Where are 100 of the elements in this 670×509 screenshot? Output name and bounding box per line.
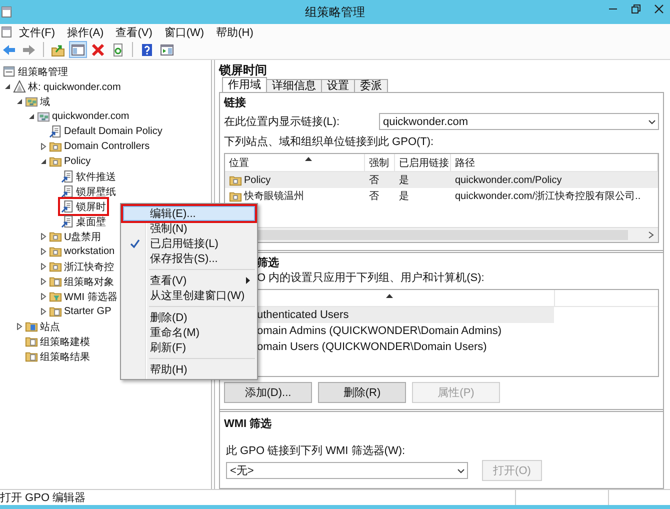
collapsed-arrow-icon[interactable] xyxy=(40,248,46,255)
computer-icon xyxy=(25,95,38,108)
chevron-down-icon xyxy=(457,466,465,474)
column-header[interactable]: 位置 xyxy=(225,154,365,171)
window-pane-icon xyxy=(71,42,85,56)
toolbar-button[interactable] xyxy=(69,41,87,58)
tree-item[interactable]: 浙江快奇控 xyxy=(48,259,115,274)
collapsed-arrow-icon[interactable] xyxy=(16,323,22,330)
folder-icon xyxy=(49,305,62,318)
wmi-filter-dropdown[interactable]: <无> xyxy=(226,462,468,479)
tree-item[interactable]: Domain Controllers xyxy=(48,139,151,154)
checkmark-icon xyxy=(130,238,140,248)
sort-arrow-icon xyxy=(386,294,393,298)
folder-icon xyxy=(229,174,242,186)
window-title: 组策略管理 xyxy=(305,4,365,20)
column-header[interactable]: 已启用链接 xyxy=(395,154,451,171)
tree-item[interactable]: 组策略管理 xyxy=(2,64,69,79)
menu-item[interactable]: 帮助(H) xyxy=(210,24,260,40)
tree-item[interactable]: 组策略建模 xyxy=(24,334,91,349)
column-header[interactable]: 强制 xyxy=(365,154,395,171)
tree-item[interactable]: Policy xyxy=(48,154,92,169)
forward-arrow-icon xyxy=(22,42,36,56)
tree-item[interactable]: workstation xyxy=(48,244,116,259)
tree-item[interactable]: quickwonder.com xyxy=(36,109,130,124)
collapsed-arrow-icon[interactable] xyxy=(40,263,46,270)
collapsed-arrow-icon[interactable] xyxy=(40,233,46,240)
triangle-icon xyxy=(13,80,26,93)
expanded-arrow-icon[interactable] xyxy=(16,98,22,105)
table-row[interactable]: 快奇眼镜温州 否 是 quickwonder.com/浙江快奇控股有限公司.. xyxy=(225,188,658,204)
expanded-arrow-icon[interactable] xyxy=(40,158,46,165)
tree-item[interactable]: 林: quickwonder.com xyxy=(12,79,122,94)
tab[interactable]: 设置 xyxy=(321,79,355,92)
menu-item[interactable]: 窗口(W) xyxy=(158,24,210,40)
tab[interactable]: 作用域 xyxy=(222,77,267,92)
tab[interactable]: 委派 xyxy=(354,79,388,92)
table-row[interactable]: Policy 否 是 quickwonder.com/Policy xyxy=(225,172,658,188)
expanded-arrow-icon[interactable] xyxy=(4,83,10,90)
section-heading: 筛选 xyxy=(257,256,280,270)
help-icon xyxy=(140,42,154,56)
folder-icon xyxy=(229,190,242,202)
tree-item[interactable]: 组策略结果 xyxy=(24,349,91,364)
tree-item[interactable]: 桌面壁 xyxy=(60,214,107,229)
app-icon[interactable] xyxy=(1,26,13,38)
expanded-arrow-icon[interactable] xyxy=(28,113,34,120)
close-icon xyxy=(654,4,664,14)
location-dropdown[interactable]: quickwonder.com xyxy=(379,113,659,130)
folder-icon xyxy=(49,155,62,168)
table-cell-text: quickwonder.com/Policy xyxy=(454,174,563,186)
menu-item[interactable]: 查看(V) xyxy=(110,24,158,40)
table-cell: Policy xyxy=(244,174,271,186)
menu-item[interactable]: 操作(A) xyxy=(61,24,110,40)
list-label: 下列站点、域和组织单位链接到此 GPO(T): xyxy=(224,134,435,149)
context-menu-item[interactable]: 编辑(E)... xyxy=(123,206,255,221)
dialog-button[interactable]: 添加(D)... xyxy=(224,382,312,403)
tree-item[interactable]: Default Domain Policy xyxy=(48,124,164,139)
delete-icon xyxy=(91,42,105,56)
restore-icon xyxy=(630,4,640,14)
tree-item[interactable]: 锁屏时 xyxy=(60,199,107,214)
console-icon xyxy=(3,65,16,78)
collapsed-arrow-icon[interactable] xyxy=(40,143,46,150)
tree-item[interactable]: Starter GP xyxy=(48,304,112,319)
context-menu-item[interactable]: 从这里创建窗口(W) xyxy=(123,288,255,303)
context-menu-item[interactable]: 已启用链接(L) xyxy=(123,236,255,251)
gpo-title: 锁屏时间 xyxy=(219,62,268,78)
collapsed-arrow-icon[interactable] xyxy=(40,308,46,315)
folder-up-icon xyxy=(51,42,65,56)
context-menu-item[interactable]: 帮助(H) xyxy=(123,362,255,377)
gpo-link-icon xyxy=(61,215,74,228)
table-cell-text: 是 xyxy=(398,190,410,203)
context-menu-item[interactable]: 查看(V) xyxy=(123,273,255,288)
collapsed-arrow-icon[interactable] xyxy=(40,293,46,300)
context-menu-item[interactable]: 强制(N) xyxy=(123,221,255,236)
tree-item[interactable]: 站点 xyxy=(24,319,61,334)
tree-item[interactable]: WMI 筛选器 xyxy=(48,289,118,304)
tree-item[interactable]: 域 xyxy=(24,94,51,109)
tab[interactable]: 详细信息 xyxy=(266,79,322,92)
minimize-icon xyxy=(608,8,618,10)
refresh-icon xyxy=(111,42,125,56)
gpo-link-icon xyxy=(61,200,74,213)
section-heading: WMI 筛选 xyxy=(224,416,273,431)
context-menu-item[interactable]: 删除(D) xyxy=(123,310,255,325)
sort-arrow-icon xyxy=(305,157,312,161)
context-menu-item[interactable]: 重命名(M) xyxy=(123,325,255,340)
chevron-down-icon xyxy=(648,118,656,126)
dialog-button[interactable]: 删除(R) xyxy=(318,382,406,403)
tree-item[interactable]: 组策略对象 xyxy=(48,274,115,289)
toolbar-button[interactable] xyxy=(89,41,107,58)
scroll-right-icon[interactable] xyxy=(648,231,654,239)
context-menu-item[interactable]: 刷新(F) xyxy=(123,340,255,355)
context-menu-item[interactable]: 保存报告(S)... xyxy=(123,251,255,266)
tree-item[interactable]: U盘禁用 xyxy=(48,229,102,244)
menu-item[interactable]: 文件(F) xyxy=(13,24,62,40)
tree-item[interactable]: 软件推送 xyxy=(60,169,117,184)
gpo-link-icon xyxy=(61,185,74,198)
table-cell-text: 快奇眼镜温州 xyxy=(244,190,304,203)
column-header[interactable]: 路径 xyxy=(451,154,658,171)
collapsed-arrow-icon[interactable] xyxy=(40,278,46,285)
section-heading: 链接 xyxy=(224,96,247,110)
tree-item[interactable]: 锁屏壁纸 xyxy=(60,184,117,199)
table-cell-text: 是 xyxy=(398,174,410,187)
